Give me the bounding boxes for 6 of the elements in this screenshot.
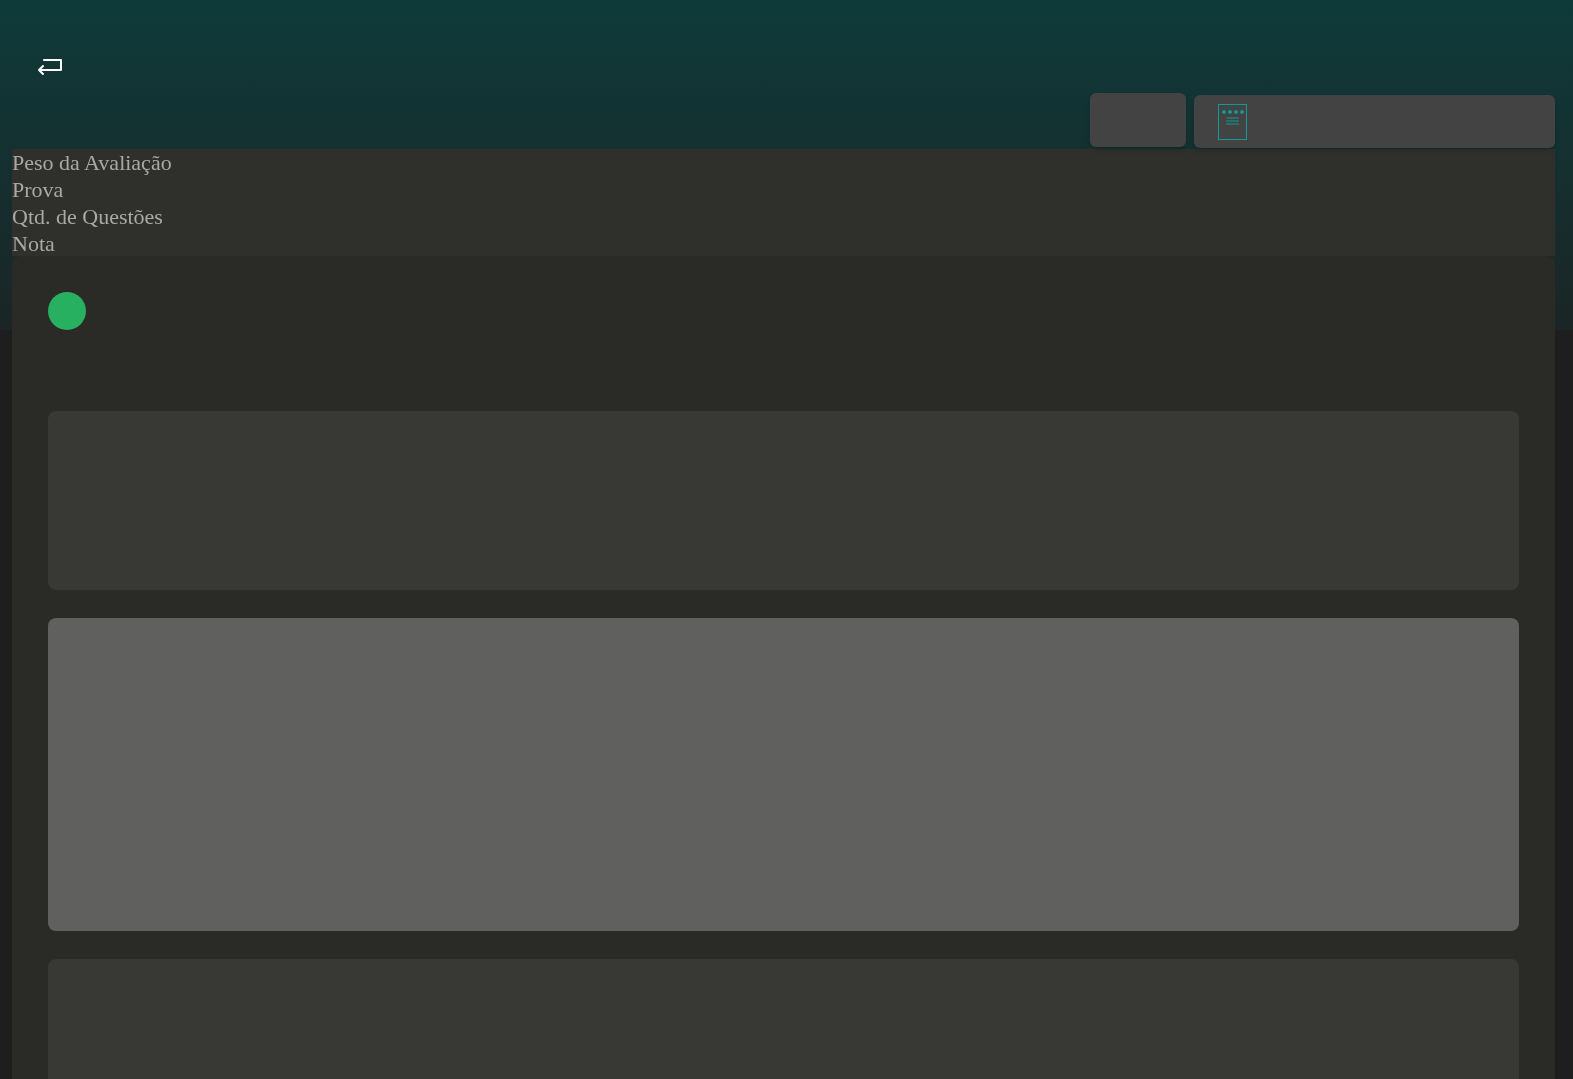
field-label: Nota [12, 230, 55, 257]
field-label: Peso da Avaliação [12, 149, 172, 176]
field-label: Prova [12, 176, 64, 203]
return-arrow-icon [36, 59, 64, 77]
document-icon[interactable] [1218, 103, 1248, 140]
field-label: Qtd. de Questões [12, 203, 163, 230]
